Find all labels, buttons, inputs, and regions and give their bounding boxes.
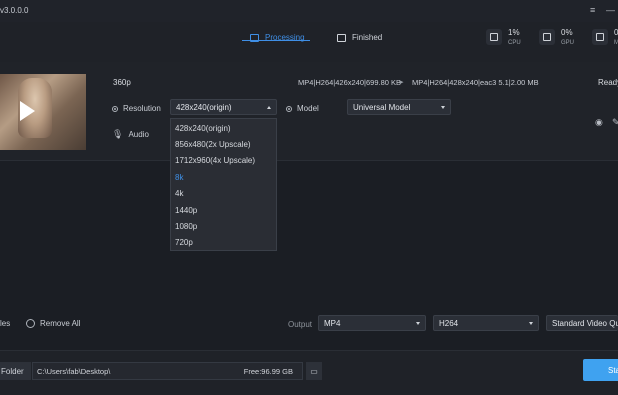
resolution-option[interactable]: 428x240(origin) [175,124,231,133]
format-select[interactable]: MP4 [318,315,426,331]
resolution-option[interactable]: 1712x960(4x Upscale) [175,156,255,165]
nav-bar [0,22,618,63]
video-thumbnail[interactable] [0,74,86,150]
cpu-value: 1% [508,28,520,37]
gpu-icon [539,29,555,45]
resolution-value: 428x240(origin) [176,102,232,112]
cpu-label: CPU [508,39,521,46]
cpu-stat: 1% CPU [486,28,521,46]
remove-all-label: Remove All [40,319,81,328]
active-tab-indicator [242,40,310,41]
resolution-option[interactable]: 4k [175,189,183,198]
model-label: Model [297,104,319,113]
output-path-field[interactable]: C:\Users\fab\Desktop\ Free:96.99 GB [32,362,303,380]
gpu-label: GPU [561,39,575,46]
folder-icon[interactable]: ▭ [306,362,322,380]
chevron-down-icon [416,321,420,325]
memory-value: 0. [614,28,618,37]
audio-label: Audio [128,130,149,139]
memory-label: ME [614,39,618,46]
gpu-value: 0% [561,28,573,37]
resolution-dropdown: 428x240(origin) 856x480(2x Upscale) 1712… [170,118,277,251]
edit-icon[interactable]: ✎ [612,117,618,128]
play-icon[interactable] [20,101,35,121]
arrow-right-icon: ▸ [400,79,404,86]
menu-icon[interactable]: ≡ [590,5,595,15]
model-icon [286,105,292,112]
tab-finished-label: Finished [352,33,383,42]
resolution-option[interactable]: 720p [175,238,193,247]
start-button[interactable]: Sta [583,359,618,381]
app-version: v3.0.0.0 [0,6,29,15]
remove-all-button[interactable]: Remove All [26,319,80,328]
memory-stat: 0. ME [592,28,618,46]
finished-icon [337,33,346,42]
resolution-option[interactable]: 856x480(2x Upscale) [175,140,251,149]
input-info: MP4|H264|426x240|699.80 KB [298,78,402,87]
output-path: C:\Users\fab\Desktop\ [37,366,111,376]
resolution-label: Resolution [123,104,161,113]
quality-value: Standard Video Qua [552,318,618,328]
output-folder-button[interactable]: Folder [0,362,31,380]
resolution-option[interactable]: 1440p [175,206,197,215]
title-bar [0,0,618,22]
task-name: 360p [113,78,131,87]
resolution-select[interactable]: 428x240(origin) [170,99,277,115]
memory-icon [592,29,608,45]
chevron-down-icon [529,321,533,325]
format-value: MP4 [324,318,341,328]
model-value: Universal Model [353,102,411,112]
model-select[interactable]: Universal Model [347,99,451,115]
codec-select[interactable]: H264 [433,315,539,331]
cpu-icon [486,29,502,45]
audio-field: 🎙 Audio [112,129,149,140]
gpu-stat: 0% GPU [539,28,575,46]
minimize-icon[interactable]: — [606,5,615,15]
chevron-down-icon [441,105,445,109]
microphone-icon: 🎙 [112,129,124,139]
model-field: Model [286,104,319,113]
quality-select[interactable]: Standard Video Qua [546,315,618,331]
free-space: Free:96.99 GB [243,366,293,376]
chevron-up-icon [267,105,271,109]
preview-eye-icon[interactable]: ◉ [595,117,603,128]
resolution-option-highlighted[interactable]: 8k [175,173,183,182]
add-files-button[interactable]: les [0,319,10,328]
resolution-option[interactable]: 1080p [175,222,197,231]
output-info: MP4|H264|428x240|eac3 5.1|2.00 MB [412,78,539,87]
codec-value: H264 [439,318,459,328]
trash-icon [26,319,35,328]
tab-finished[interactable]: Finished [337,33,382,42]
resolution-icon [112,105,118,112]
output-label: Output [288,320,313,329]
task-status: Ready [598,78,618,87]
resolution-field: Resolution [112,104,161,113]
